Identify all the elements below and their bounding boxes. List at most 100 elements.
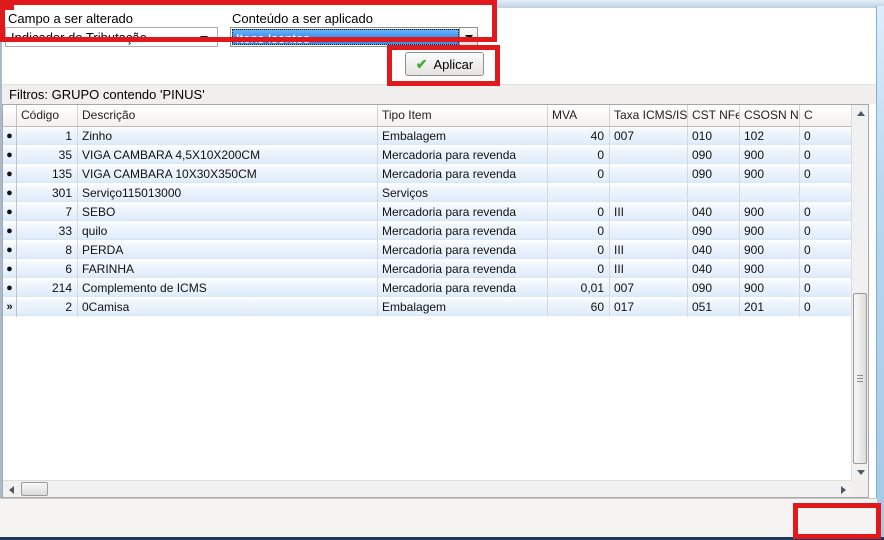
grid-header-row: Código Descrição Tipo Item MVA Taxa ICMS… (3, 105, 868, 127)
row-marker: ● (3, 260, 17, 279)
vertical-scrollbar[interactable] (851, 105, 868, 480)
table-row[interactable]: ● 135 VIGA CAMBARA 10X30X350CM Mercadori… (3, 165, 868, 184)
cell-cst-nfe (688, 184, 740, 203)
cell-mva: 0 (548, 146, 610, 165)
row-marker: ● (3, 222, 17, 241)
cell-mva: 0 (548, 241, 610, 260)
cell-descricao: Complemento de ICMS (78, 279, 378, 298)
cell-tipo-item: Mercadoria para revenda (378, 222, 548, 241)
cell-mva: 0 (548, 165, 610, 184)
row-marker: » (3, 298, 17, 317)
header-truncated-column[interactable]: C (800, 105, 851, 126)
cell-taxa-icms-iss (610, 146, 688, 165)
cell-codigo: 135 (17, 165, 78, 184)
apply-button[interactable]: ✔ Aplicar (405, 52, 484, 76)
chevron-down-icon (465, 35, 473, 40)
cell-cst-nfe: 051 (688, 298, 740, 317)
cell-cst-nfe: 040 (688, 241, 740, 260)
down-triangle-icon (857, 470, 865, 475)
footer-bar: Selecionar todos ✔ Gravar (0, 498, 877, 537)
cell-mva: 0 (548, 203, 610, 222)
cell-codigo: 8 (17, 241, 78, 260)
filter-summary-bar: Filtros: GRUPO contendo 'PINUS' (2, 84, 876, 104)
header-csosn-nfe[interactable]: CSOSN NFe (740, 105, 800, 126)
combobox-value: Itens Isentos (236, 31, 310, 46)
cell-tipo-item: Serviços (378, 184, 548, 203)
scrollbar-corner (851, 480, 868, 497)
row-marker: ● (3, 279, 17, 298)
combobox-dropdown-button[interactable] (459, 28, 477, 46)
cell-truncated: 0 (800, 146, 851, 165)
cell-codigo: 2 (17, 298, 78, 317)
cell-cst-nfe: 040 (688, 260, 740, 279)
cell-tipo-item: Embalagem (378, 298, 548, 317)
up-triangle-icon (857, 111, 865, 116)
cell-descricao: Zinho (78, 127, 378, 146)
cell-descricao: VIGA CAMBARA 10X30X350CM (78, 165, 378, 184)
items-grid: Código Descrição Tipo Item MVA Taxa ICMS… (2, 104, 869, 498)
selected-value-highlight: Itens Isentos (232, 29, 459, 45)
header-tipo-item[interactable]: Tipo Item (378, 105, 548, 126)
cell-mva: 40 (548, 127, 610, 146)
cell-truncated: 0 (800, 298, 851, 317)
horizontal-scrollbar-thumb[interactable] (21, 482, 48, 496)
table-row[interactable]: ● 33 quilo Mercadoria para revenda 0 090… (3, 222, 868, 241)
scroll-down-button[interactable] (852, 464, 869, 480)
cell-cst-nfe: 010 (688, 127, 740, 146)
cell-descricao: VIGA CAMBARA 4,5X10X200CM (78, 146, 378, 165)
cell-mva: 0,01 (548, 279, 610, 298)
row-marker: ● (3, 241, 17, 260)
header-codigo[interactable]: Código (17, 105, 78, 126)
conteudo-a-ser-aplicado-combobox[interactable]: Itens Isentos (230, 27, 478, 47)
table-row[interactable]: ● 214 Complemento de ICMS Mercadoria par… (3, 279, 868, 298)
check-icon: ✔ (416, 57, 428, 71)
cell-truncated: 0 (800, 260, 851, 279)
scroll-up-button[interactable] (852, 105, 869, 121)
cell-taxa-icms-iss (610, 222, 688, 241)
scroll-left-button[interactable] (3, 481, 19, 498)
cell-tipo-item: Mercadoria para revenda (378, 146, 548, 165)
cell-mva (548, 184, 610, 203)
cell-taxa-icms-iss: 007 (610, 279, 688, 298)
header-descricao[interactable]: Descrição (78, 105, 378, 126)
table-row[interactable]: ● 35 VIGA CAMBARA 4,5X10X200CM Mercadori… (3, 146, 868, 165)
row-marker: ● (3, 203, 17, 222)
vertical-scrollbar-thumb[interactable] (853, 293, 867, 464)
titlebar-sliver (497, 0, 884, 8)
cell-taxa-icms-iss: III (610, 203, 688, 222)
table-row[interactable]: ● 6 FARINHA Mercadoria para revenda 0 II… (3, 260, 868, 279)
cell-taxa-icms-iss: 007 (610, 127, 688, 146)
cell-codigo: 1 (17, 127, 78, 146)
cell-truncated: 0 (800, 279, 851, 298)
cell-csosn-nfe: 900 (740, 146, 800, 165)
cell-cst-nfe: 040 (688, 203, 740, 222)
cell-csosn-nfe: 900 (740, 222, 800, 241)
annotation-square-top-left (0, 0, 14, 10)
cell-csosn-nfe: 900 (740, 203, 800, 222)
cell-taxa-icms-iss: III (610, 241, 688, 260)
cell-codigo: 35 (17, 146, 78, 165)
cell-taxa-icms-iss (610, 165, 688, 184)
left-triangle-icon (9, 486, 14, 494)
campo-a-ser-alterado-combobox[interactable]: Indicador de Tributação (5, 27, 218, 47)
cell-descricao: Serviço115013000 (78, 184, 378, 203)
header-mva[interactable]: MVA (548, 105, 610, 126)
cell-taxa-icms-iss: 017 (610, 298, 688, 317)
header-cst-nfe[interactable]: CST NFe (688, 105, 740, 126)
cell-tipo-item: Embalagem (378, 127, 548, 146)
cell-truncated: 0 (800, 222, 851, 241)
table-row[interactable]: ● 7 SEBO Mercadoria para revenda 0 III 0… (3, 203, 868, 222)
table-row[interactable]: » 2 0Camisa Embalagem 60 017 051 201 0 (3, 298, 868, 317)
scroll-right-button[interactable] (835, 481, 851, 498)
header-marker-column (3, 105, 17, 126)
table-row[interactable]: ● 301 Serviço115013000 Serviços (3, 184, 868, 203)
cell-csosn-nfe: 900 (740, 279, 800, 298)
field-label-conteudo: Conteúdo a ser aplicado (232, 11, 373, 26)
table-row[interactable]: ● 1 Zinho Embalagem 40 007 010 102 0 (3, 127, 868, 146)
cell-cst-nfe: 090 (688, 222, 740, 241)
batch-edit-dialog: Campo a ser alterado Indicador de Tribut… (0, 0, 884, 540)
cell-tipo-item: Mercadoria para revenda (378, 165, 548, 184)
table-row[interactable]: ● 8 PERDA Mercadoria para revenda 0 III … (3, 241, 868, 260)
horizontal-scrollbar[interactable] (3, 480, 851, 497)
header-taxa-icms-iss[interactable]: Taxa ICMS/ISS (610, 105, 688, 126)
